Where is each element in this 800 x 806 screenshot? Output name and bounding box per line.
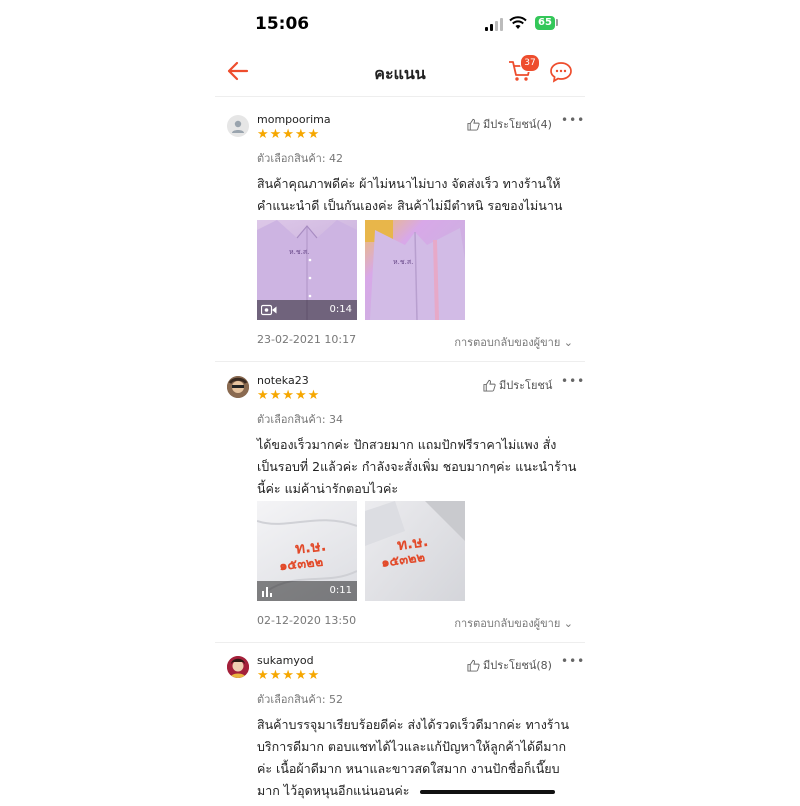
review-username: mompoorima: [257, 113, 331, 126]
helpful-label: มีประโยชน์(8): [483, 659, 552, 672]
video-duration: 0:11: [329, 585, 352, 596]
seller-reply-label: การตอบกลับของผู้ขาย: [454, 617, 561, 630]
review-photo[interactable]: ท.ษ. ๑๕๓๒๒: [365, 501, 465, 601]
battery-tip: [556, 19, 558, 26]
cellular-signal-icon: [485, 18, 503, 31]
star-rating: ★★★★★: [257, 668, 321, 683]
cart-count-badge: 37: [520, 54, 540, 72]
seller-reply-label: การตอบกลับของผู้ขาย: [454, 336, 561, 349]
status-time: 15:06: [255, 14, 310, 34]
product-variant: ตัวเลือกสินค้า: 34: [257, 413, 344, 426]
review-text-line: สินค้าบรรจุมาเรียบร้อยดีค่ะ ส่งได้รวดเร็…: [257, 717, 570, 732]
star-rating: ★★★★★: [257, 388, 321, 403]
user-photo-icon: [227, 656, 249, 678]
review-text-line: บริการดีมาก ตอบแชทได้ไวและแก้ปัญหาให้ลูก…: [257, 739, 567, 754]
avatar[interactable]: [227, 376, 249, 398]
more-options-icon[interactable]: •••: [561, 654, 585, 668]
helpful-button[interactable]: มีประโยชน์(4): [467, 115, 552, 133]
home-indicator[interactable]: [420, 790, 555, 794]
chevron-down-icon: ⌄: [563, 617, 573, 630]
review-photo[interactable]: ห.ช.ส.: [365, 220, 465, 320]
more-options-icon[interactable]: •••: [561, 374, 585, 388]
helpful-label: มีประโยชน์(4): [483, 118, 552, 131]
svg-text:ห.ช.ส.: ห.ช.ส.: [393, 258, 413, 266]
seller-reply-toggle[interactable]: การตอบกลับของผู้ขาย ⌄: [454, 333, 573, 351]
review-item: sukamyod ★★★★★ มีประโยชน์(8) ••• ตัวเลือ…: [215, 646, 585, 806]
review-username: sukamyod: [257, 654, 314, 667]
review-item: mompoorima ★★★★★ มีประโยชน์(4) ••• ตัวเล…: [215, 105, 585, 362]
review-video-thumbnail[interactable]: ท.ษ. ๑๕๓๒๒ 0:11: [257, 501, 357, 601]
thumbs-up-icon: [467, 659, 480, 672]
helpful-label: มีประโยชน์: [499, 379, 553, 392]
review-date: 23-02-2021 10:17: [257, 333, 357, 346]
product-variant: ตัวเลือกสินค้า: 42: [257, 152, 344, 165]
product-variant: ตัวเลือกสินค้า: 52: [257, 693, 344, 706]
more-options-icon[interactable]: •••: [561, 113, 585, 127]
video-duration: 0:14: [329, 304, 352, 315]
review-date: 02-12-2020 13:50: [257, 614, 357, 627]
thumbs-up-icon: [467, 118, 480, 131]
thumbs-up-icon: [483, 379, 496, 392]
review-video-thumbnail[interactable]: ห.ช.ส. 0:14: [257, 220, 357, 320]
wifi-icon: [509, 16, 527, 29]
video-camera-icon: [261, 304, 277, 316]
video-overlay-bar: 0:14: [257, 300, 357, 320]
avatar[interactable]: [227, 656, 249, 678]
review-text: สินค้าบรรจุมาเรียบร้อยดีค่ะ ส่งได้รวดเร็…: [257, 714, 577, 802]
navigation-bar: คะแนน 37: [215, 50, 585, 97]
star-rating: ★★★★★: [257, 127, 321, 142]
svg-text:ห.ช.ส.: ห.ช.ส.: [289, 248, 309, 256]
helpful-button[interactable]: มีประโยชน์(8): [467, 656, 552, 674]
review-text: ได้ของเร็วมากค่ะ ปักสวยมาก แถมปักฟรีราคา…: [257, 434, 577, 500]
review-item: noteka23 ★★★★★ มีประโยชน์ ••• ตัวเลือกสิ…: [215, 366, 585, 643]
review-username: noteka23: [257, 374, 309, 387]
review-text-line: เป็นรอบที่ 2แล้วค่ะ กำลังจะสั่งเพิ่ม ชอบ…: [257, 459, 577, 474]
battery-icon: 65: [535, 16, 555, 30]
chevron-down-icon: ⌄: [563, 336, 573, 349]
seller-reply-toggle[interactable]: การตอบกลับของผู้ขาย ⌄: [454, 614, 573, 632]
folded-shirt-image: ห.ช.ส.: [365, 220, 465, 320]
status-bar: 15:06 65: [215, 0, 585, 50]
review-text-line: สินค้าคุณภาพดีค่ะ ผ้าไม่หนาไม่บาง จัดส่ง…: [257, 176, 561, 191]
review-text-line: ได้ของเร็วมากค่ะ ปักสวยมาก แถมปักฟรีราคา…: [257, 437, 557, 452]
chat-icon[interactable]: [549, 60, 573, 84]
video-overlay-bar: 0:11: [257, 581, 357, 601]
default-user-icon: [232, 120, 244, 133]
avatar[interactable]: [227, 115, 249, 137]
review-text-line: นี้ค่ะ แม่ค้าน่ารักตอบไวค่ะ: [257, 481, 399, 496]
audio-bars-icon: [262, 587, 272, 597]
helpful-button[interactable]: มีประโยชน์: [483, 376, 552, 394]
review-text-line: ค่ะ เนื้อผ้าดีมาก หนาและขาวสดใสมาก งานปั…: [257, 761, 560, 776]
user-photo-icon: [227, 376, 249, 398]
phone-screen: 15:06 65 คะแนน 37 mompoorima ★★★★★ มีประ…: [215, 0, 585, 800]
